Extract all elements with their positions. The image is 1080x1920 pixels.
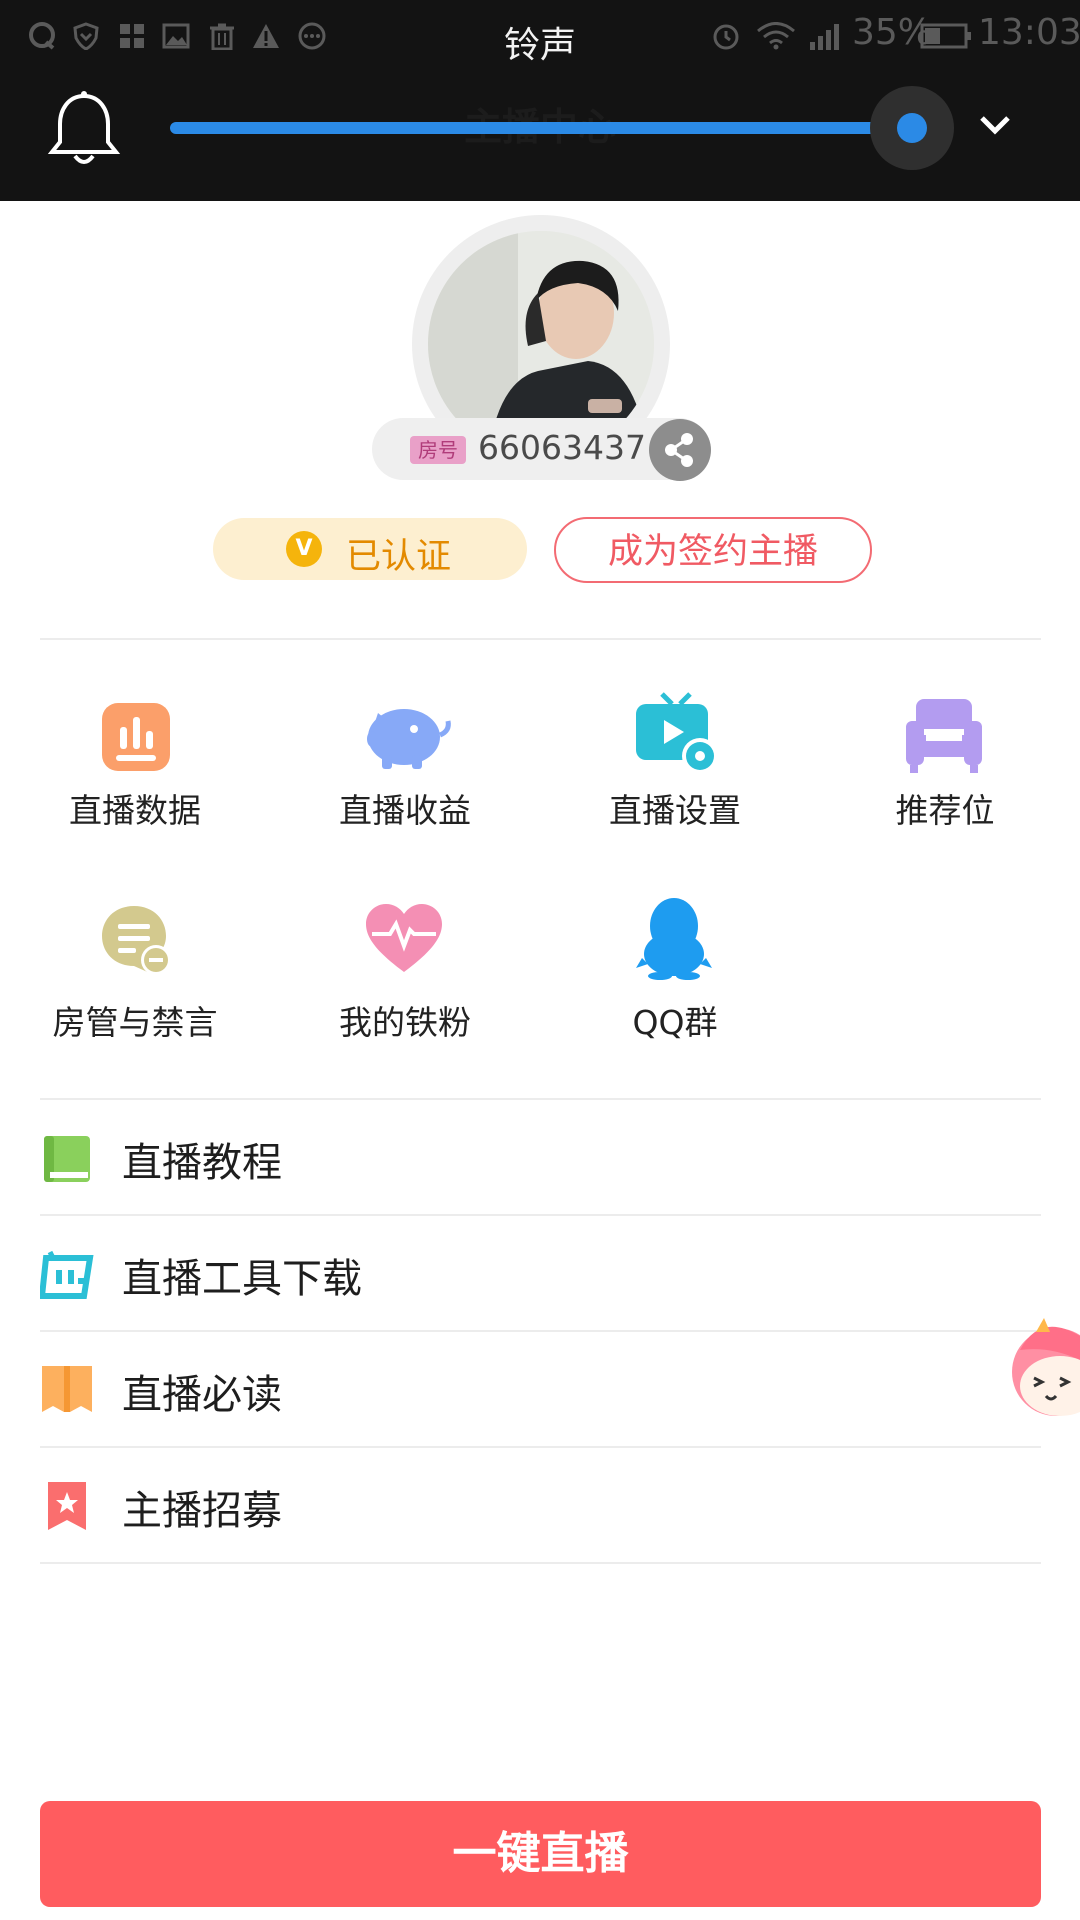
- list-item-tool-download[interactable]: 直播工具下载: [0, 1216, 1080, 1330]
- room-tag: 房号: [410, 436, 466, 464]
- chat-mute-icon: [102, 906, 171, 975]
- grid-label: 房管与禁言: [52, 1003, 218, 1042]
- list-label: 直播必读: [122, 1372, 282, 1418]
- grid-item-live-settings[interactable]: 直播设置: [540, 680, 810, 850]
- divider: [40, 638, 1041, 640]
- grid-label: QQ群: [632, 1003, 718, 1042]
- open-book-icon: [42, 1366, 92, 1412]
- chart-icon: [102, 703, 170, 771]
- tv-settings-icon: [636, 692, 718, 774]
- share-button[interactable]: [649, 419, 711, 481]
- bookmark-star-icon: [48, 1482, 86, 1530]
- grid-label: 直播收益: [339, 791, 471, 830]
- sofa-icon: [906, 699, 982, 773]
- list-item-must-read[interactable]: 直播必读: [0, 1332, 1080, 1446]
- penguin-icon: [636, 898, 712, 980]
- signal-icon: [810, 24, 839, 50]
- volume-slider-knob[interactable]: [897, 113, 927, 143]
- grid-item-live-income[interactable]: 直播收益: [270, 680, 540, 850]
- room-number: 66063437: [478, 428, 646, 467]
- list-item-live-tutorial[interactable]: 直播教程: [0, 1100, 1080, 1214]
- list-label: 主播招募: [122, 1488, 282, 1534]
- grid-item-live-data[interactable]: 直播数据: [0, 680, 270, 850]
- verified-label: 已认证: [346, 537, 452, 577]
- bell-icon: [47, 91, 121, 164]
- volume-slider[interactable]: [170, 122, 912, 134]
- list-label: 直播教程: [122, 1140, 282, 1186]
- floating-mascot[interactable]: [1010, 1316, 1080, 1420]
- grid-item-recommend-slot[interactable]: 推荐位: [810, 680, 1080, 850]
- grid-item-room-admin-mute[interactable]: 房管与禁言: [0, 888, 270, 1058]
- chevron-down-icon[interactable]: [978, 114, 1012, 136]
- grid-label: 我的铁粉: [339, 1003, 471, 1042]
- status-bar: 铃声 35% 13:03: [0, 0, 1080, 80]
- become-signed-anchor-button[interactable]: 成为签约主播: [554, 517, 872, 583]
- alarm-icon: [713, 24, 739, 50]
- grid-label: 直播数据: [69, 791, 201, 830]
- grid-label: 直播设置: [609, 791, 741, 830]
- tool-download-icon: [40, 1250, 94, 1299]
- piggy-bank-icon: [367, 709, 451, 769]
- start-live-button[interactable]: 一键直播: [40, 1801, 1041, 1907]
- list-item-anchor-recruit[interactable]: 主播招募: [0, 1448, 1080, 1562]
- heart-pulse-icon: [366, 904, 442, 972]
- grid-label: 推荐位: [895, 791, 995, 830]
- verified-icon: V: [286, 531, 322, 567]
- share-icon: [665, 433, 693, 467]
- book-icon: [44, 1136, 90, 1182]
- divider: [40, 1562, 1041, 1564]
- grid-item-my-fans[interactable]: 我的铁粉: [270, 888, 540, 1058]
- battery-icon: [920, 23, 971, 49]
- list-label: 直播工具下载: [122, 1256, 362, 1302]
- clock: 13:03: [978, 12, 1080, 53]
- wifi-icon: [757, 22, 795, 50]
- grid-item-qq-group[interactable]: QQ群: [540, 888, 810, 1058]
